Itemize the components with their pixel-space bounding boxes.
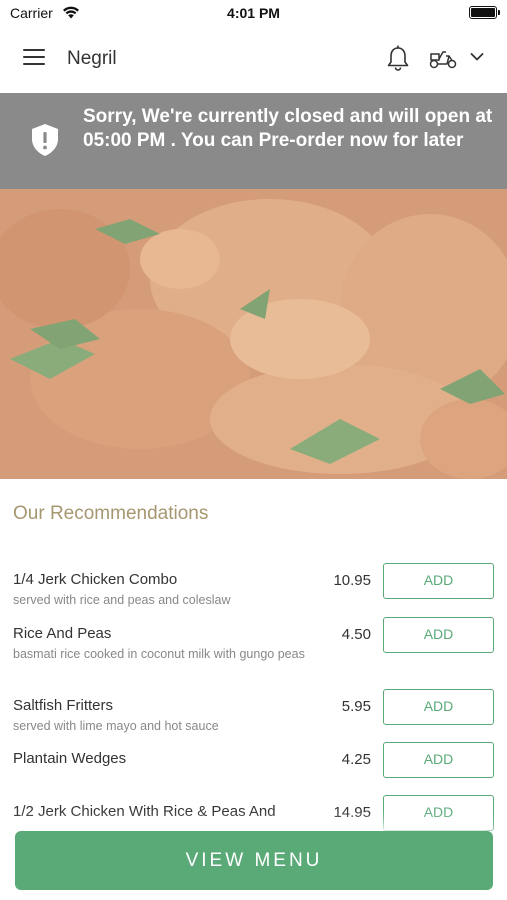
item-name: 1/4 Jerk Chicken Combo xyxy=(13,571,178,588)
item-price: 4.50 xyxy=(341,626,371,643)
delivery-scooter-icon[interactable] xyxy=(428,48,458,70)
item-name: Rice And Peas xyxy=(13,625,112,642)
status-time: 4:01 PM xyxy=(227,5,280,21)
view-menu-button[interactable]: VIEW MENU xyxy=(15,831,493,890)
add-button[interactable]: ADD xyxy=(383,563,494,599)
item-price: 10.95 xyxy=(333,572,371,589)
item-price: 14.95 xyxy=(333,804,371,821)
bell-icon[interactable] xyxy=(386,44,410,72)
item-description: basmati rice cooked in coconut milk with… xyxy=(13,647,305,661)
item-name: Plantain Wedges xyxy=(13,750,127,767)
shield-alert-icon xyxy=(32,124,58,156)
add-button[interactable]: ADD xyxy=(383,742,494,778)
add-button[interactable]: ADD xyxy=(383,689,494,725)
closed-banner: Sorry, We're currently closed and will o… xyxy=(0,93,507,189)
hero-food-image xyxy=(0,189,507,479)
item-price: 4.25 xyxy=(341,751,371,768)
app-header: Negril xyxy=(0,26,507,93)
add-button[interactable]: ADD xyxy=(383,795,494,831)
item-name: Saltfish Fritters xyxy=(13,697,114,714)
item-name: 1/2 Jerk Chicken With Rice & Peas And xyxy=(13,803,276,820)
item-description: served with rice and peas and coleslaw xyxy=(13,593,231,607)
item-description: served with lime mayo and hot sauce xyxy=(13,719,219,733)
section-title: Our Recommendations xyxy=(13,503,209,524)
restaurant-title: Negril xyxy=(67,48,117,69)
battery-icon xyxy=(469,6,500,19)
hamburger-menu-icon[interactable] xyxy=(23,49,45,67)
add-button[interactable]: ADD xyxy=(383,617,494,653)
status-bar: Carrier 4:01 PM xyxy=(0,0,507,26)
item-price: 5.95 xyxy=(341,698,371,715)
closed-message: Sorry, We're currently closed and will o… xyxy=(83,106,493,151)
chevron-down-icon[interactable] xyxy=(470,52,484,62)
